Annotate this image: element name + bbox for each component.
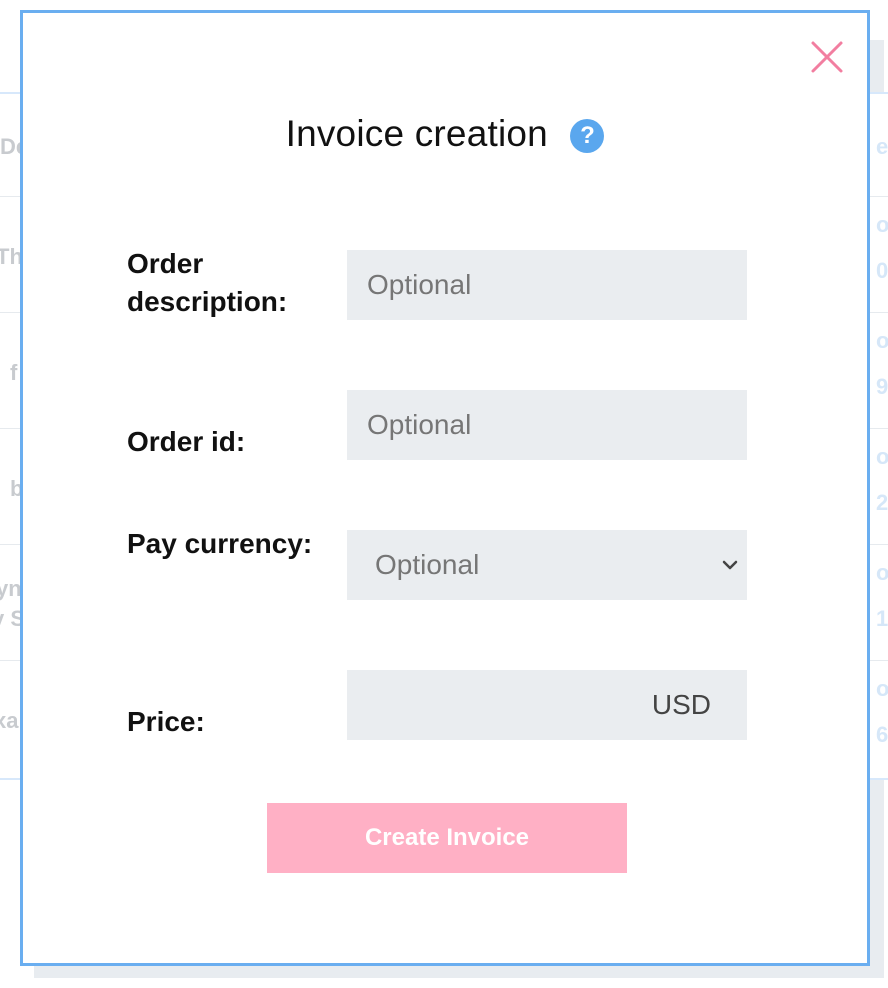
bg-cell-text: 6 bbox=[876, 722, 888, 747]
modal-title: Invoice creation bbox=[285, 113, 548, 154]
order-description-input[interactable] bbox=[347, 250, 747, 320]
price-field: USD bbox=[347, 670, 747, 740]
bg-cell-text: e bbox=[876, 134, 888, 159]
help-icon[interactable]: ? bbox=[570, 119, 605, 153]
order-description-label: Order description: bbox=[127, 248, 288, 317]
bg-cell-text: o bbox=[876, 212, 888, 237]
close-icon bbox=[811, 41, 843, 73]
bg-cell-text: o bbox=[876, 444, 888, 469]
close-button[interactable] bbox=[809, 39, 845, 75]
chevron-down-icon bbox=[722, 560, 738, 570]
bg-cell-text: yn bbox=[0, 576, 22, 601]
bg-cell-text: 9 bbox=[876, 374, 888, 399]
pay-currency-label: Pay currency: bbox=[127, 528, 313, 559]
bg-cell-text: o bbox=[876, 676, 888, 701]
modal-header: Invoice creation ? bbox=[23, 113, 867, 155]
bg-cell-text: xa bbox=[0, 708, 19, 733]
pay-currency-selected: Optional bbox=[375, 549, 480, 580]
bg-cell-text: 1 bbox=[876, 606, 888, 631]
order-id-label: Order id: bbox=[127, 426, 246, 457]
order-id-input[interactable] bbox=[347, 390, 747, 460]
bg-cell-text: o bbox=[876, 560, 888, 585]
price-label: Price: bbox=[127, 706, 205, 737]
pay-currency-select[interactable]: Optional bbox=[347, 530, 747, 600]
bg-cell-text: o bbox=[876, 328, 888, 353]
create-invoice-button[interactable]: Create Invoice bbox=[267, 803, 627, 873]
price-currency: USD bbox=[651, 689, 711, 720]
bg-cell-text: 2 bbox=[876, 490, 888, 515]
bg-cell-text: 0 bbox=[876, 258, 888, 283]
bg-cell-text: f bbox=[10, 360, 18, 385]
invoice-modal: Invoice creation ? Order description: Or… bbox=[20, 10, 870, 966]
price-input[interactable] bbox=[347, 670, 627, 740]
